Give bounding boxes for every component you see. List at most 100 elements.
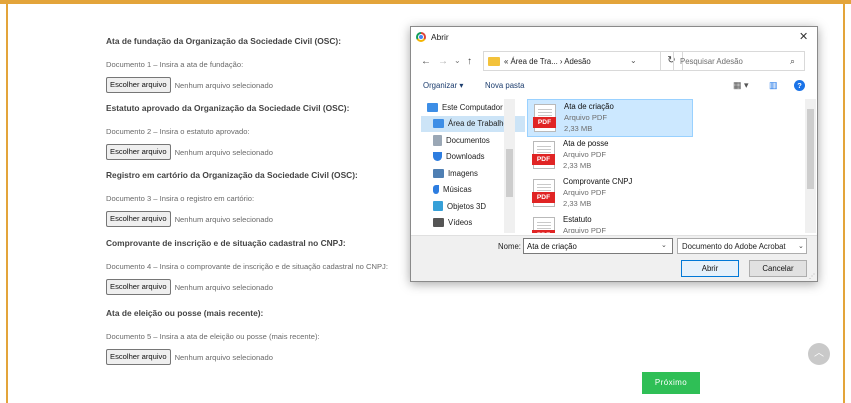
tree-item-label: Vídeos <box>448 218 473 228</box>
chevron-down-icon: ⌄ <box>798 243 804 250</box>
no-file-status: Nenhum arquivo selecionado <box>174 352 273 362</box>
pdf-file-icon: PDF <box>533 104 556 132</box>
file-type: Arquivo PDF <box>563 226 607 233</box>
file-type-value: Documento do Adobe Acrobat <box>682 242 786 251</box>
file-size: 2,33 MB <box>564 124 593 133</box>
upload-section-1: Ata de fundação da Organização da Socied… <box>106 36 426 93</box>
page-left-border <box>6 4 8 403</box>
downloads-icon <box>433 152 442 162</box>
objects-3d-icon <box>433 201 443 212</box>
no-file-status: Nenhum arquivo selecionado <box>174 80 273 90</box>
file-list-scrollbar[interactable] <box>805 99 816 233</box>
search-placeholder: Pesquisar Adesão <box>680 57 743 66</box>
choose-file-button-2[interactable]: Escolher arquivo <box>106 144 171 160</box>
choose-file-button-4[interactable]: Escolher arquivo <box>106 279 171 295</box>
tree-item-label: Este Computador <box>442 102 503 112</box>
tree-item-label: Imagens <box>448 168 478 178</box>
file-item[interactable]: PDF Ata de posse Arquivo PDF 2,33 MB <box>527 137 693 175</box>
search-icon: ⌕ <box>790 56 796 66</box>
file-name: Comprovante CNPJ <box>563 177 633 186</box>
pdf-file-icon: PDF <box>532 141 555 169</box>
file-type: Arquivo PDF <box>563 150 607 159</box>
chrome-icon <box>416 32 426 42</box>
back-arrow-icon[interactable]: ← <box>421 56 431 67</box>
file-item[interactable]: PDF Comprovante CNPJ Arquivo PDF 2,33 MB <box>527 175 693 213</box>
new-folder-button[interactable]: Nova pasta <box>485 81 524 90</box>
choose-file-button-3[interactable]: Escolher arquivo <box>106 211 171 227</box>
upload-section-4: Comprovante de inscrição e de situação c… <box>106 238 426 295</box>
file-size: 2,33 MB <box>563 161 592 170</box>
section-title: Ata de eleição ou posse (mais recente): <box>106 308 264 318</box>
file-item[interactable]: PDF Estatuto Arquivo PDF <box>527 213 693 233</box>
upload-section-2: Estatuto aprovado da Organização da Soci… <box>106 103 426 160</box>
section-description: Documento 2 – Insira o estatuto aprovado… <box>106 127 250 136</box>
choose-file-button-5[interactable]: Escolher arquivo <box>106 349 171 365</box>
page-right-border <box>843 4 845 403</box>
file-name-input[interactable] <box>523 238 673 254</box>
dialog-title: Abrir <box>431 32 449 42</box>
dialog-footer: Nome: ⌄ Documento do Adobe Acrobat ⌄ Abr… <box>411 235 817 281</box>
chevron-up-icon: ︿ <box>814 348 824 359</box>
upload-section-3: Registro em cartório da Organização da S… <box>106 170 426 227</box>
dialog-titlebar[interactable]: Abrir ✕ <box>411 27 817 47</box>
file-name: Estatuto <box>563 215 592 224</box>
file-list: PDF Ata de criação Arquivo PDF 2,33 MB P… <box>527 99 813 233</box>
chevron-down-icon[interactable]: ⌄ <box>661 241 667 249</box>
section-description: Documento 4 – Insira o comprovante de in… <box>106 262 388 271</box>
music-icon <box>433 185 439 195</box>
tree-scrollbar[interactable] <box>504 99 515 233</box>
section-description: Documento 5 – Insira a ata de eleição ou… <box>106 332 320 341</box>
tree-scrollbar-thumb[interactable] <box>506 149 513 197</box>
file-name-label: Nome: <box>498 242 521 251</box>
file-list-scrollbar-thumb[interactable] <box>807 109 814 189</box>
search-input[interactable]: Pesquisar Adesão ⌕ <box>673 51 805 71</box>
resize-grip-icon[interactable]: ⋰ <box>809 273 815 280</box>
documents-icon <box>433 134 442 146</box>
cancel-button[interactable]: Cancelar <box>749 260 807 277</box>
dialog-navigation-bar: ← → ⌄ ↑ « Área de Tra... › Adesão ⌄ ↻ Pe… <box>411 51 817 73</box>
choose-file-button-1[interactable]: Escolher arquivo <box>106 77 171 93</box>
up-arrow-icon[interactable]: ↑ <box>467 56 472 67</box>
section-title: Registro em cartório da Organização da S… <box>106 170 358 180</box>
address-bar[interactable]: « Área de Tra... › Adesão ⌄ <box>483 51 661 71</box>
chevron-down-icon[interactable]: ⌄ <box>630 56 637 65</box>
tree-item-label: Músicas <box>443 185 472 195</box>
file-size: 2,33 MB <box>563 199 592 208</box>
help-icon[interactable]: ? <box>794 80 805 91</box>
file-type: Arquivo PDF <box>563 188 607 197</box>
tree-item-label: Downloads <box>446 152 485 162</box>
next-button[interactable]: Próximo <box>642 372 700 394</box>
organize-menu[interactable]: Organizar ▾ <box>423 81 463 90</box>
preview-pane-icon[interactable]: ▥ <box>769 80 778 91</box>
pdf-file-icon: PDF <box>532 217 555 233</box>
open-file-dialog: Abrir ✕ ← → ⌄ ↑ « Área de Tra... › Adesã… <box>410 26 818 282</box>
section-description: Documento 3 – Insira o registro em cartó… <box>106 194 255 203</box>
pdf-file-icon: PDF <box>532 179 555 207</box>
no-file-status: Nenhum arquivo selecionado <box>174 282 273 292</box>
videos-icon <box>433 218 444 228</box>
section-title: Ata de fundação da Organização da Socied… <box>106 36 342 46</box>
address-path: « Área de Tra... › Adesão <box>504 57 591 66</box>
computer-icon <box>427 102 438 112</box>
view-options-icon[interactable]: ▦ ▾ <box>733 80 749 91</box>
no-file-status: Nenhum arquivo selecionado <box>174 214 273 224</box>
upload-section-5: Ata de eleição ou posse (mais recente): … <box>106 308 426 365</box>
page-top-border <box>0 0 851 4</box>
file-type-select[interactable]: Documento do Adobe Acrobat ⌄ <box>677 238 807 254</box>
tree-item-label: Documentos <box>446 135 490 145</box>
section-title: Estatuto aprovado da Organização da Soci… <box>106 103 350 113</box>
tree-item-label: Objetos 3D <box>447 201 487 211</box>
folder-icon <box>488 57 500 66</box>
file-type: Arquivo PDF <box>564 113 608 122</box>
file-item[interactable]: PDF Ata de criação Arquivo PDF 2,33 MB <box>527 99 693 137</box>
recent-locations-icon[interactable]: ⌄ <box>454 56 461 65</box>
no-file-status: Nenhum arquivo selecionado <box>174 147 273 157</box>
desktop-icon <box>433 119 444 129</box>
section-description: Documento 1 – Insira a ata de fundação: <box>106 60 244 69</box>
scroll-to-top-button[interactable]: ︿ <box>808 343 830 365</box>
tree-item-label: Área de Trabalho <box>448 119 508 129</box>
open-button[interactable]: Abrir <box>681 260 739 277</box>
forward-arrow-icon[interactable]: → <box>438 56 448 67</box>
file-name: Ata de criação <box>564 102 614 111</box>
close-icon[interactable]: ✕ <box>799 30 808 43</box>
